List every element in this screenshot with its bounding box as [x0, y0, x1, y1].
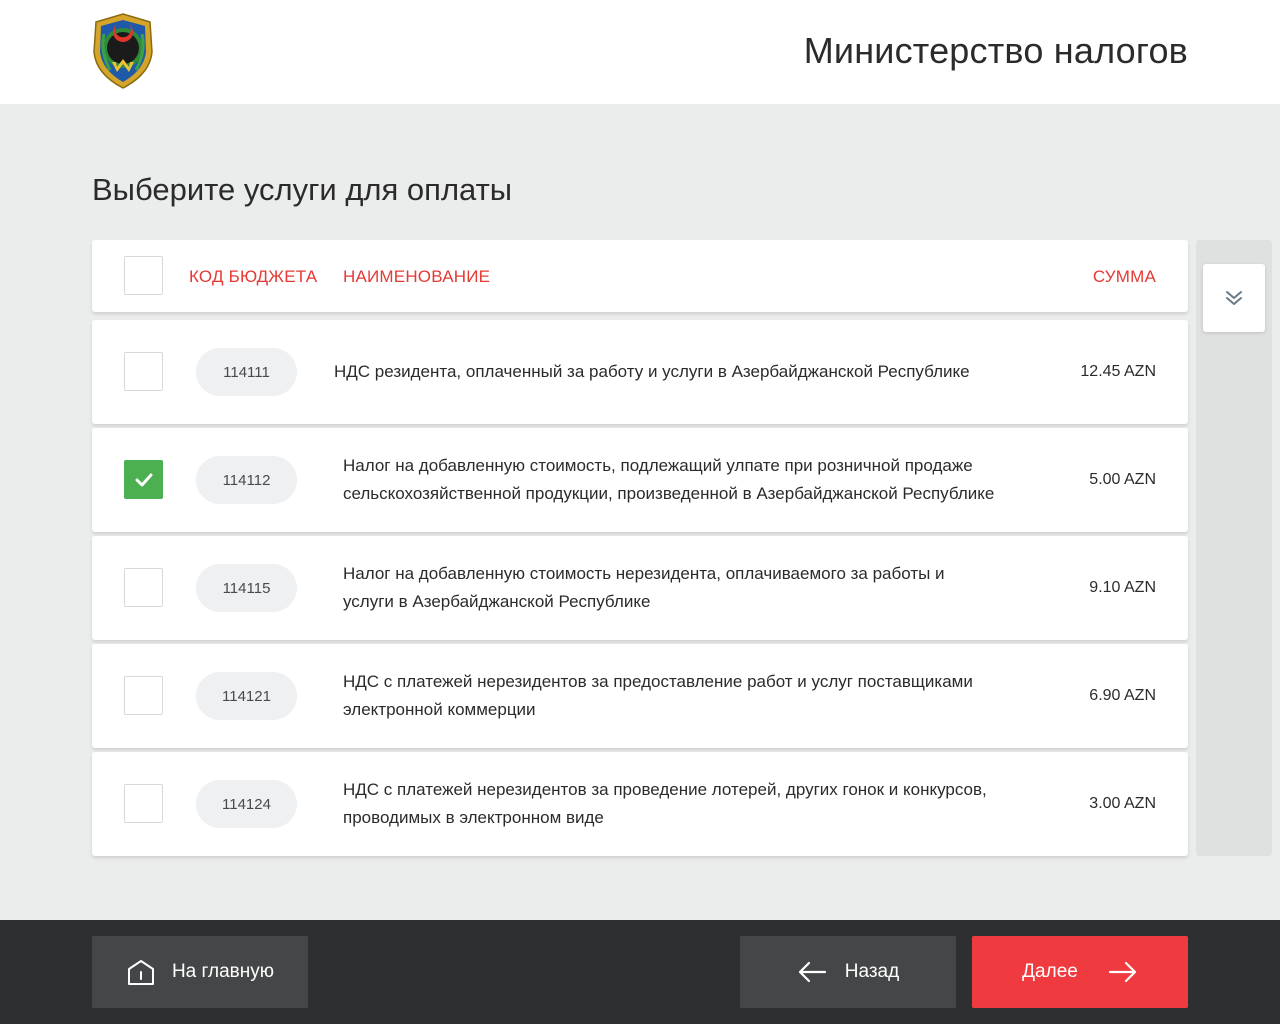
- app-header: Министерство налогов: [0, 0, 1280, 104]
- row-checkbox[interactable]: [124, 352, 163, 391]
- column-header-sum: СУММА: [1092, 267, 1156, 286]
- budget-code-badge: 114124: [196, 780, 297, 828]
- row-checkbox-checked[interactable]: [124, 460, 163, 499]
- select-all-checkbox[interactable]: [124, 256, 163, 295]
- scroll-panel: [1196, 240, 1272, 856]
- service-sum: 3.00 AZN: [1089, 795, 1156, 812]
- column-header-name: НАИМЕНОВАНИЕ: [343, 267, 491, 286]
- back-button-label: Назад: [844, 961, 900, 982]
- table-row[interactable]: 114121 НДС с платежей нерезидентов за пр…: [92, 644, 1188, 748]
- service-sum: 6.90 AZN: [1089, 687, 1156, 704]
- service-sum: 9.10 AZN: [1089, 579, 1156, 596]
- service-name: Налог на добавленную стоимость, подлежащ…: [343, 456, 995, 503]
- budget-code-badge: 114111: [196, 348, 297, 396]
- ministry-emblem-logo: [90, 12, 156, 90]
- next-button-label: Далее: [1022, 961, 1078, 982]
- table-row[interactable]: 114115 Налог на добавленную стоимость не…: [92, 536, 1188, 640]
- home-button[interactable]: На главную: [92, 936, 308, 1008]
- ministry-title: Министерство налогов: [803, 30, 1188, 71]
- column-header-code: КОД БЮДЖЕТА: [189, 267, 318, 286]
- service-sum: 5.00 AZN: [1089, 471, 1156, 488]
- arrow-left-icon: [798, 961, 826, 983]
- back-button[interactable]: Назад: [740, 936, 956, 1008]
- home-icon: [127, 960, 154, 985]
- table-row[interactable]: 114124 НДС с платежей нерезидентов за пр…: [92, 752, 1188, 856]
- row-checkbox[interactable]: [124, 568, 163, 607]
- table-row[interactable]: 114112 Налог на добавленную стоимость, п…: [92, 428, 1188, 532]
- table-row[interactable]: 114111 НДС резидента, оплаченный за рабо…: [92, 320, 1188, 424]
- service-name: НДС резидента, оплаченный за работу и ус…: [334, 362, 970, 381]
- table-header: КОД БЮДЖЕТА НАИМЕНОВАНИЕ СУММА: [92, 240, 1188, 312]
- arrow-right-icon: [1108, 961, 1136, 983]
- service-sum: 12.45 AZN: [1080, 363, 1156, 380]
- double-chevron-down-icon: [1226, 291, 1242, 305]
- budget-code-badge: 114115: [196, 564, 297, 612]
- row-checkbox[interactable]: [124, 676, 163, 715]
- page-title: Выберите услуги для оплаты: [92, 172, 513, 207]
- service-name: Налог на добавленную стоимость нерезиден…: [343, 564, 945, 611]
- row-checkbox[interactable]: [124, 784, 163, 823]
- budget-code-badge: 114112: [196, 456, 297, 504]
- home-button-label: На главную: [171, 961, 275, 982]
- checkmark-icon: [135, 473, 152, 486]
- scroll-down-button[interactable]: [1203, 264, 1265, 332]
- service-name: НДС с платежей нерезидентов за предостав…: [343, 672, 973, 719]
- budget-code-badge: 114121: [196, 672, 297, 720]
- next-button[interactable]: Далее: [972, 936, 1188, 1008]
- service-name: НДС с платежей нерезидентов за проведени…: [343, 780, 987, 827]
- footer-bar: На главную Назад Далее: [0, 920, 1280, 1024]
